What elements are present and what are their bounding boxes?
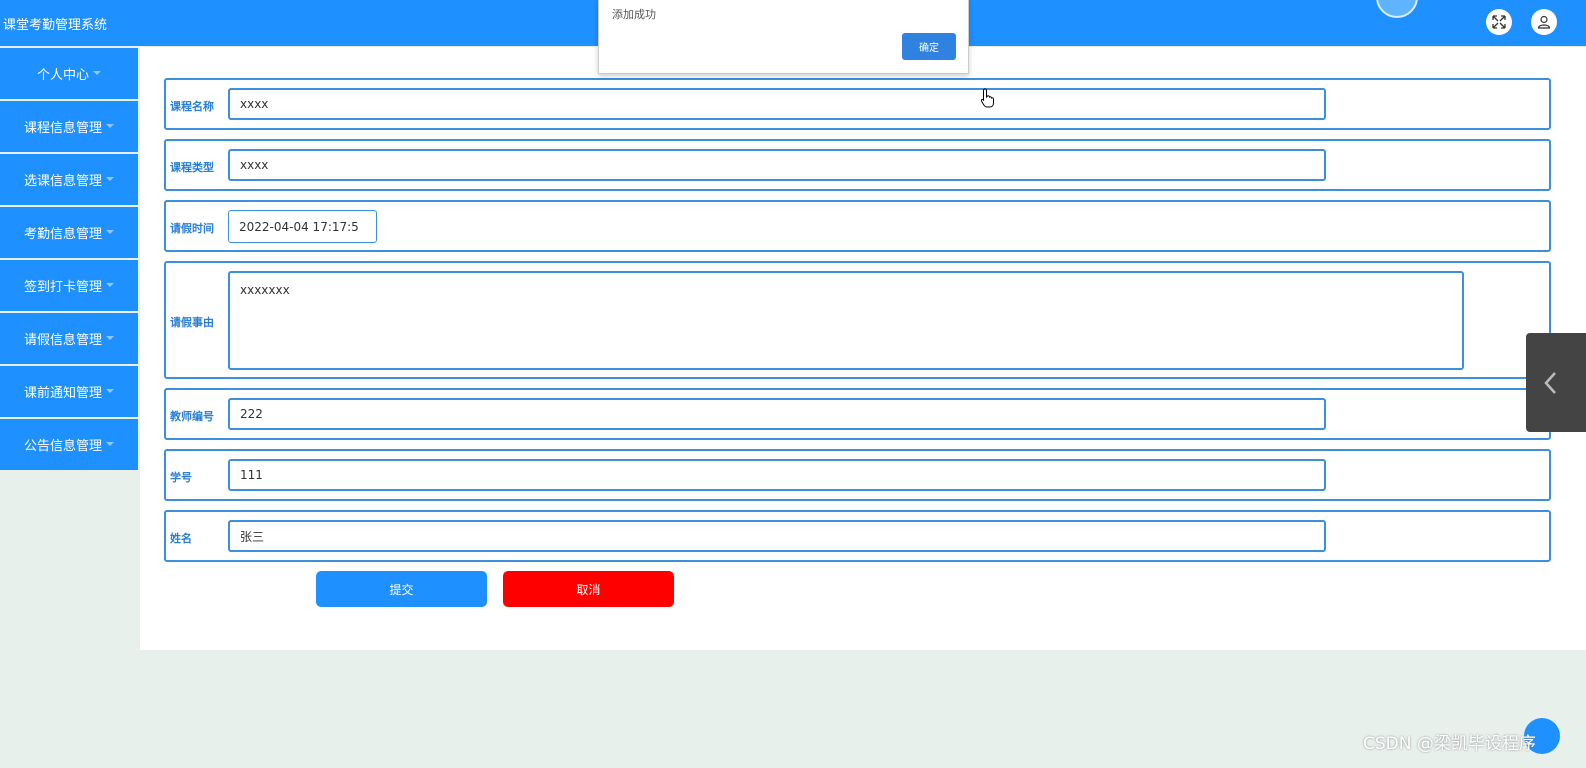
user-button[interactable] [1531,9,1557,35]
caret-down-icon [106,441,114,446]
sidebar-item-course-info[interactable]: 课程信息管理 [0,101,138,152]
sidebar-item-personal-center[interactable]: 个人中心 [0,48,138,99]
sidebar-item-label: 考勤信息管理 [23,227,102,242]
submit-button[interactable]: 提交 [316,571,487,607]
sidebar-item-announcement[interactable]: 公告信息管理 [0,419,138,470]
user-icon [1537,15,1551,29]
sidebar-item-label: 个人中心 [36,68,89,83]
alert-dialog: 添加成功 确定 [598,0,969,74]
course-name-input[interactable] [228,88,1326,120]
sidebar-item-label: 选课信息管理 [23,174,102,189]
caret-down-icon [106,335,114,340]
cancel-button[interactable]: 取消 [503,571,674,607]
course-type-label: 课程类型 [170,161,214,174]
sidebar-item-attendance[interactable]: 考勤信息管理 [0,207,138,258]
caret-down-icon [93,70,101,75]
sidebar-item-course-selection[interactable]: 选课信息管理 [0,154,138,205]
teacher-id-label: 教师编号 [170,410,214,423]
top-avatar-circle [1376,0,1418,18]
form-row-course-type: 课程类型 [164,139,1551,191]
sidebar-item-label: 公告信息管理 [23,439,102,454]
sidebar-item-label: 课程信息管理 [23,121,102,136]
sidebar-item-label: 请假信息管理 [23,333,102,348]
course-type-input[interactable] [228,149,1326,181]
form-row-leave-time: 请假时间 [164,200,1551,252]
sidebar-item-leave[interactable]: 请假信息管理 [0,313,138,364]
main-content: 课程名称 课程类型 请假时间 请假事由 xxxxxxx 教师编号 学号 姓名 提… [140,47,1586,650]
dialog-message: 添加成功 [612,8,656,21]
expand-icon [1492,15,1506,29]
form-row-student-id: 学号 [164,449,1551,501]
leave-time-label: 请假时间 [170,222,214,235]
dialog-ok-button[interactable]: 确定 [902,33,956,60]
watermark: CSDN @梁凯毕设程序 [1363,734,1536,754]
sidebar-item-check-in[interactable]: 签到打卡管理 [0,260,138,311]
leave-reason-textarea[interactable]: xxxxxxx [228,271,1464,370]
name-label: 姓名 [170,532,192,545]
sidebar-item-label: 课前通知管理 [23,386,102,401]
leave-reason-label: 请假事由 [170,316,214,329]
student-id-input[interactable] [228,459,1326,491]
caret-down-icon [106,388,114,393]
form-row-name: 姓名 [164,510,1551,562]
sidebar-item-label: 签到打卡管理 [23,280,102,295]
caret-down-icon [106,176,114,181]
collapse-panel-tab[interactable] [1526,333,1586,432]
chevron-left-icon [1544,372,1556,394]
sidebar-item-pre-class-notice[interactable]: 课前通知管理 [0,366,138,417]
name-input[interactable] [228,520,1326,552]
caret-down-icon [106,229,114,234]
app-title: 课堂考勤管理系统 [3,18,108,33]
caret-down-icon [106,282,114,287]
leave-time-input[interactable] [228,210,377,243]
form-row-teacher-id: 教师编号 [164,388,1551,440]
student-id-label: 学号 [170,471,192,484]
caret-down-icon [106,123,114,128]
hand-cursor-icon [980,88,994,108]
sidebar: 个人中心 课程信息管理 选课信息管理 考勤信息管理 签到打卡管理 请假信息管理 … [0,48,138,472]
form-row-course-name: 课程名称 [164,78,1551,130]
form-row-leave-reason: 请假事由 xxxxxxx [164,261,1551,379]
fullscreen-button[interactable] [1486,9,1512,35]
course-name-label: 课程名称 [170,100,214,113]
teacher-id-input[interactable] [228,398,1326,430]
